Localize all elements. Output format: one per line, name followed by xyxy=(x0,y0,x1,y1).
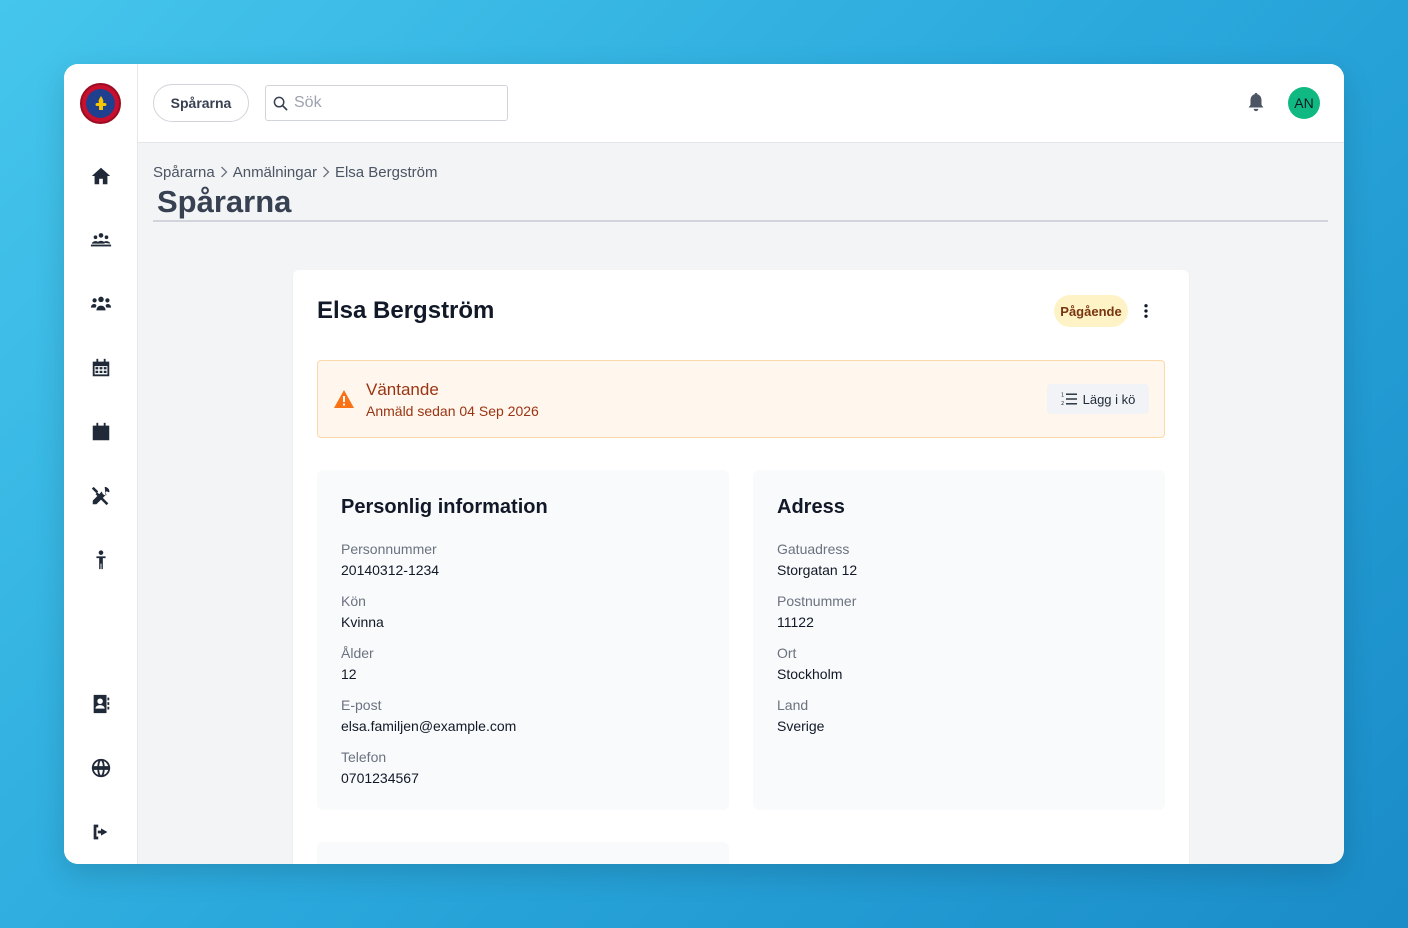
globe-icon[interactable] xyxy=(89,756,113,780)
field-label: E-post xyxy=(341,697,382,713)
logout-icon[interactable] xyxy=(89,820,113,844)
field-label: Land xyxy=(777,697,809,713)
field-label: Telefon xyxy=(341,749,387,765)
calendar-days-icon[interactable] xyxy=(89,356,113,380)
field-value: Storgatan 12 xyxy=(777,562,858,578)
field-email: E-post elsa.familjen@example.com xyxy=(341,696,516,736)
sidebar xyxy=(64,64,138,864)
organization-logo[interactable] xyxy=(80,83,121,124)
people-group-icon[interactable] xyxy=(89,228,113,252)
field-value: 11122 xyxy=(777,614,814,630)
search-icon xyxy=(273,96,288,110)
svg-text:1: 1 xyxy=(1061,393,1064,399)
app-window: Spårarna AN Spårarna Anmälningar Elsa Be… xyxy=(64,64,1344,864)
panel-title: Adress xyxy=(777,496,845,518)
field-phone: Telefon 0701234567 xyxy=(341,748,419,788)
page-title: Spårarna xyxy=(157,184,292,219)
status-badge: Pågående xyxy=(1054,295,1128,327)
top-bar: Spårarna AN xyxy=(138,64,1344,143)
field-value: elsa.familjen@example.com xyxy=(341,718,517,734)
home-icon[interactable] xyxy=(89,164,113,188)
field-personal-number: Personnummer 20140312-1234 xyxy=(341,540,439,580)
field-label: Personnummer xyxy=(341,541,437,557)
breadcrumb-item-registrations[interactable]: Anmälningar xyxy=(233,164,317,181)
user-avatar[interactable]: AN xyxy=(1288,87,1320,119)
alert-subtitle: Anmäld sedan 04 Sep 2026 xyxy=(366,403,539,419)
users-icon[interactable] xyxy=(89,292,113,316)
logo-emblem xyxy=(86,89,115,118)
field-gender: Kön Kvinna xyxy=(341,592,384,632)
member-name: Elsa Bergström xyxy=(317,297,495,324)
field-age: Ålder 12 xyxy=(341,644,374,684)
title-divider xyxy=(153,220,1328,222)
field-label: Ort xyxy=(777,645,797,661)
chevron-right-icon xyxy=(321,165,331,181)
field-country: Land Sverige xyxy=(777,696,824,736)
chevron-right-icon xyxy=(219,165,229,181)
field-city: Ort Stockholm xyxy=(777,644,842,684)
add-to-queue-button[interactable]: 1 2 Lägg i kö xyxy=(1047,384,1149,414)
field-label: Ålder xyxy=(341,645,374,661)
pending-alert: Väntande Anmäld sedan 04 Sep 2026 1 2 Lä… xyxy=(317,360,1165,438)
field-label: Kön xyxy=(341,593,366,609)
address-book-icon[interactable] xyxy=(89,692,113,716)
breadcrumb-item-current: Elsa Bergström xyxy=(334,164,438,181)
field-label: Gatuadress xyxy=(777,541,850,557)
svg-text:2: 2 xyxy=(1061,401,1064,406)
personal-info-panel: Personlig information Personnummer 20140… xyxy=(317,470,729,810)
additional-panel xyxy=(317,842,729,864)
calendar-icon[interactable] xyxy=(89,420,113,444)
registration-card: Elsa Bergström Pågående Väntande Anmäld … xyxy=(293,270,1189,864)
field-street: Gatuadress Storgatan 12 xyxy=(777,540,857,580)
panel-title: Personlig information xyxy=(341,496,548,518)
address-panel: Adress Gatuadress Storgatan 12 Postnumme… xyxy=(753,470,1165,810)
ordered-list-icon: 1 2 xyxy=(1061,393,1077,406)
alert-title: Väntande xyxy=(366,380,439,399)
field-value: Sverige xyxy=(777,718,825,734)
add-to-queue-label: Lägg i kö xyxy=(1082,391,1136,407)
field-value: Kvinna xyxy=(341,614,384,630)
tools-icon[interactable] xyxy=(89,484,113,508)
fleur-de-lis-icon xyxy=(95,95,106,110)
field-value: 20140312-1234 xyxy=(341,562,440,578)
search-input[interactable] xyxy=(294,94,494,112)
search-box[interactable] xyxy=(265,85,508,121)
field-value: Stockholm xyxy=(777,666,843,682)
child-icon[interactable] xyxy=(89,548,113,572)
breadcrumb: Spårarna Anmälningar Elsa Bergström xyxy=(153,164,437,181)
field-postal-code: Postnummer 11122 xyxy=(777,592,856,632)
warning-icon xyxy=(334,390,354,408)
field-value: 12 xyxy=(341,666,357,682)
more-options-icon[interactable] xyxy=(1136,299,1156,323)
bell-icon[interactable] xyxy=(1245,91,1267,113)
organization-switcher-button[interactable]: Spårarna xyxy=(153,84,249,122)
field-label: Postnummer xyxy=(777,593,857,609)
field-value: 0701234567 xyxy=(341,770,419,786)
breadcrumb-item-organization[interactable]: Spårarna xyxy=(153,164,215,181)
